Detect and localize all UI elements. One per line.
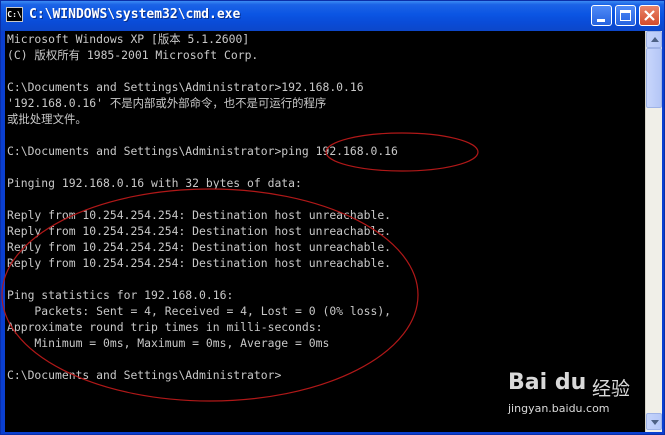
console-line: C:\Documents and Settings\Administrator>… (7, 144, 398, 158)
console-line: (C) 版权所有 1985-2001 Microsoft Corp. (7, 48, 259, 62)
scroll-up-button[interactable] (646, 31, 662, 48)
maximize-button[interactable] (615, 5, 636, 26)
close-button[interactable] (639, 5, 660, 26)
console-line: Microsoft Windows XP [版本 5.1.2600] (7, 32, 250, 46)
cmd-app-icon[interactable]: C:\ (6, 7, 23, 22)
arrow-up-icon (651, 37, 659, 42)
baidu-jingyan-watermark: Bai du 经验 jingyan.baidu.com (508, 370, 658, 430)
title-bar[interactable]: C:\ C:\WINDOWS\system32\cmd.exe (1, 1, 664, 31)
console-line: Reply from 10.254.254.254: Destination h… (7, 256, 392, 270)
watermark-url: jingyan.baidu.com (508, 402, 610, 415)
console-prompt-line: C:\Documents and Settings\Administrator> (7, 368, 282, 382)
watermark-logo: Bai du (508, 370, 587, 395)
window-title: C:\WINDOWS\system32\cmd.exe (29, 7, 241, 22)
console-line: Pinging 192.168.0.16 with 32 bytes of da… (7, 176, 302, 190)
console-line: Minimum = 0ms, Maximum = 0ms, Average = … (7, 336, 330, 350)
close-icon (644, 10, 655, 21)
console-line: Reply from 10.254.254.254: Destination h… (7, 208, 392, 222)
console-line: 或批处理文件。 (7, 112, 87, 126)
console-line: Packets: Sent = 4, Received = 4, Lost = … (7, 304, 392, 318)
scrollbar-thumb[interactable] (646, 48, 662, 108)
console-line: Reply from 10.254.254.254: Destination h… (7, 224, 392, 238)
console-line: C:\Documents and Settings\Administrator>… (7, 80, 364, 94)
minimize-button[interactable] (591, 5, 612, 26)
watermark-logo-sub: 经验 (592, 378, 631, 400)
console-line: Reply from 10.254.254.254: Destination h… (7, 240, 392, 254)
console-line: '192.168.0.16' 不是内部或外部命令，也不是可运行的程序 (7, 96, 327, 110)
maximize-icon (620, 10, 631, 21)
console-line: Ping statistics for 192.168.0.16: (7, 288, 234, 302)
minimize-icon (597, 19, 605, 22)
console-line: Approximate round trip times in milli-se… (7, 320, 323, 334)
